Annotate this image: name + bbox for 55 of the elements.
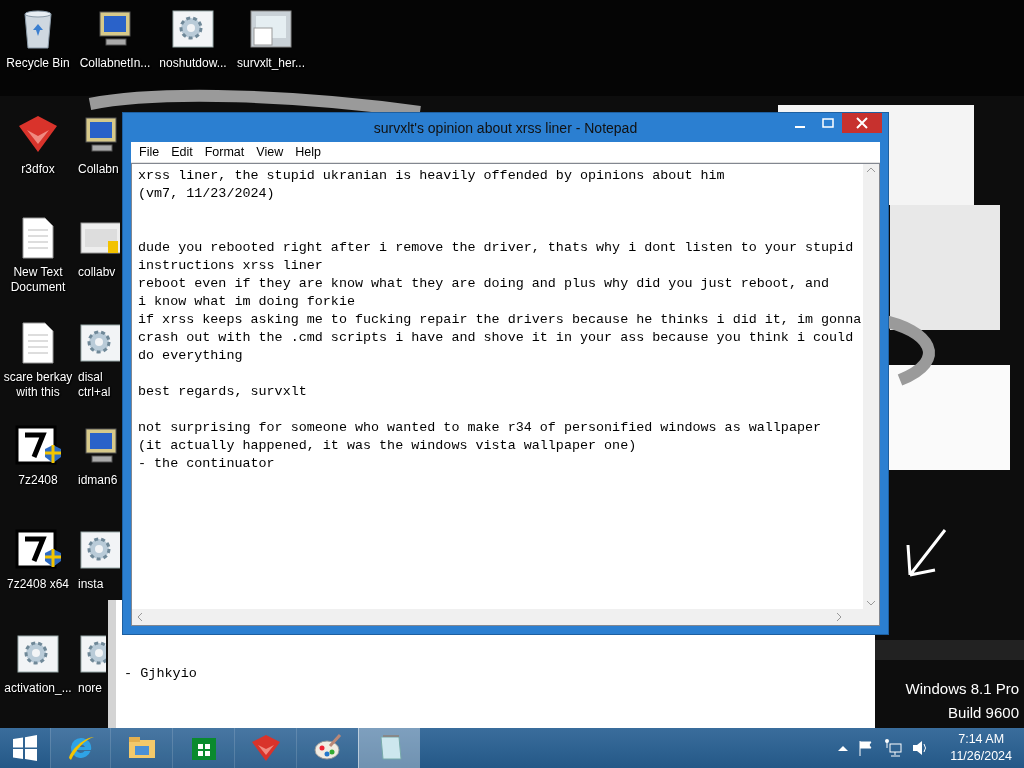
text-line: (it actually happened, it was the windows vista wallpaper one) [138, 437, 638, 455]
text-line: reboot even if they are know what they are doing and plus why did you just reboot, and [138, 275, 831, 293]
close-icon [856, 117, 868, 129]
icon-label[interactable]: activation_... [4, 681, 72, 696]
caret-up-icon[interactable] [838, 744, 849, 752]
taskbar-button[interactable] [296, 728, 358, 768]
clock-time: 7:14 AM [958, 731, 1005, 748]
text-line: best regards, survxlt [138, 383, 308, 401]
icon-label[interactable]: survxlt_her... [237, 56, 305, 71]
icon-label[interactable]: idman6 [78, 473, 118, 488]
text-line: - the continuator [138, 455, 276, 473]
icon-label[interactable]: r3dfox [21, 162, 55, 177]
icon-label[interactable]: disal ctrl+al [78, 370, 122, 400]
menu-item[interactable]: View [250, 145, 290, 159]
text-line: (vm7, 11/23/2024) [138, 185, 276, 203]
windows-logo-icon [12, 735, 38, 761]
text-line: do everything [138, 347, 244, 365]
vertical-scrollbar[interactable] [863, 164, 879, 625]
text-line: xrss liner, the stupid ukranian is heavily offended by opinions about him [138, 167, 726, 185]
icon-label[interactable]: collabv [78, 265, 116, 280]
network-icon[interactable] [884, 739, 903, 757]
maximize-icon [822, 118, 834, 128]
text-line: crash out with the .cmd scripts i have and shove it in your ass because you think i could [138, 329, 855, 347]
icon-label[interactable]: New Text Document [0, 265, 76, 295]
taskbar-button[interactable] [172, 728, 234, 768]
clock[interactable]: 7:14 AM 11/26/2024 [950, 731, 1012, 765]
menu-item[interactable]: Edit [165, 145, 199, 159]
text-line: not surprising for someone who wanted to make r34 of personified windows as wallpaper [138, 419, 823, 437]
edition-notice: Build 9600 [948, 704, 1019, 722]
taskbar-button[interactable] [50, 728, 110, 768]
flag-icon[interactable] [858, 740, 875, 756]
icon-label[interactable]: Collabn [78, 162, 119, 177]
close-button[interactable] [842, 113, 882, 133]
icon-label[interactable]: scare berkay with this [0, 370, 76, 400]
window-title: survxlt's opinion about xrss liner - Notepad [373, 119, 638, 136]
icon-label[interactable]: CollabnetIn... [79, 56, 151, 71]
icon-label[interactable]: noshutdow... [159, 56, 227, 71]
text-line: dude you rebooted right after i remove the driver, thats why i dont listen to your stupid [138, 239, 855, 257]
speaker-icon[interactable] [912, 740, 929, 756]
text-line: instructions xrss liner [138, 257, 324, 275]
edition-notice: Windows 8.1 Pro [905, 680, 1019, 698]
menu-item[interactable]: File [133, 145, 166, 159]
text-line: i know what im doing forkie [138, 293, 356, 311]
icon-label[interactable]: insta [78, 577, 104, 592]
menu-item[interactable]: Help [289, 145, 327, 159]
taskbar-button[interactable] [110, 728, 172, 768]
text-line: - Gjhkyio [124, 666, 197, 681]
icon-label[interactable]: Recycle Bin [6, 56, 70, 71]
minimize-icon [795, 126, 805, 128]
icon-label[interactable]: 7z2408 x64 [6, 577, 70, 592]
clock-date: 11/26/2024 [950, 748, 1012, 765]
icon-label[interactable]: nore [78, 681, 103, 696]
icon-label[interactable]: 7z2408 [18, 473, 58, 488]
menu-item[interactable]: Format [198, 145, 251, 159]
horizontal-scrollbar[interactable] [132, 609, 863, 625]
